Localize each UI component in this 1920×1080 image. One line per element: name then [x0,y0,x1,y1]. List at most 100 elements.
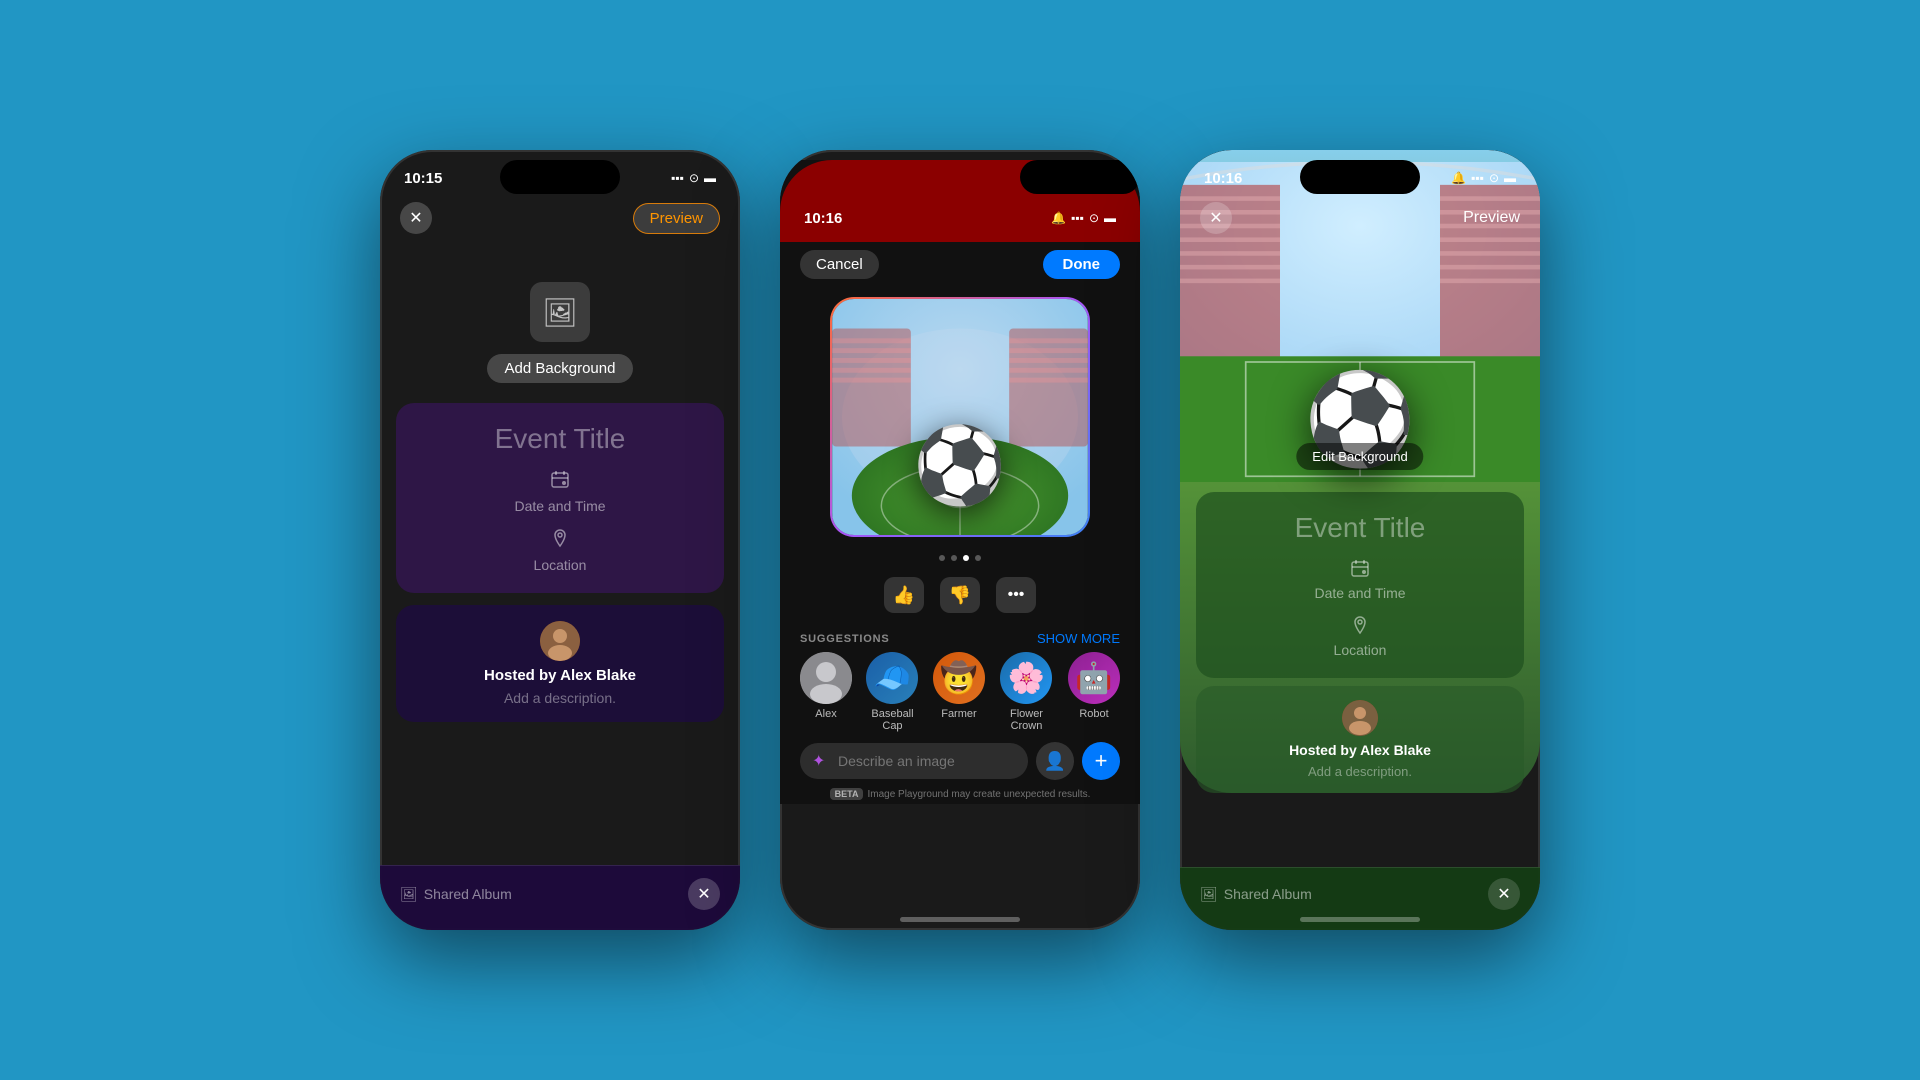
bottom-close-3[interactable]: ✕ [1488,878,1520,910]
location-label-3: Location [1334,642,1387,658]
done-button-2[interactable]: Done [1043,250,1121,279]
host-name-1: Hosted by Alex Blake [484,667,636,684]
datetime-label-1: Date and Time [514,498,605,514]
event-title-3[interactable]: Event Title [1295,512,1426,544]
add-button[interactable]: + [1082,742,1120,780]
host-card-1: Hosted by Alex Blake Add a description. [396,605,724,722]
stadium-area-3: ⚽ Edit Background [1180,242,1540,462]
event-title-1[interactable]: Event Title [495,423,626,455]
baseball-label: Baseball Cap [864,708,921,732]
status-time-2: 10:16 [804,210,842,227]
photo-icon-symbol: 🖼 [542,296,578,329]
dot-3 [963,555,969,561]
close-button-3[interactable]: ✕ [1200,202,1232,234]
datetime-icon-1 [550,469,570,494]
home-indicator-2 [900,917,1020,922]
add-background-area: 🖼 Add Background [380,242,740,403]
location-icon-3 [1350,615,1370,638]
suggestions-label: SUGGESTIONS [800,633,889,645]
host-avatar-1 [540,621,580,661]
thumbs-up-button[interactable]: 👍 [884,577,924,613]
generated-image[interactable]: ⚽ [830,297,1090,537]
ai-icon: ✦ [812,751,825,771]
suggestion-farmer[interactable]: 🤠 Farmer [933,652,985,732]
datetime-icon-3 [1350,558,1370,581]
shared-album-label-3[interactable]: 🖼 Shared Album [1200,886,1312,903]
suggestions-header: SUGGESTIONS SHOW MORE [800,631,1120,646]
host-desc-1[interactable]: Add a description. [504,690,616,706]
status-icons-3: 🔔 ▪▪▪ ⊙ ▬ [1451,171,1516,185]
status-bar-2: 10:16 🔔 ▪▪▪ ⊙ ▬ [780,194,1140,238]
datetime-row-3[interactable]: Date and Time [1314,558,1405,601]
suggestion-robot[interactable]: 🤖 Robot [1068,652,1120,732]
datetime-row-1[interactable]: Date and Time [514,469,605,514]
dots-indicator [939,555,981,561]
host-desc-3[interactable]: Add a description. [1308,764,1412,779]
location-row-1[interactable]: Location [534,528,587,573]
bell-icon-2: 🔔 [1051,211,1066,225]
signal-icon-2: ▪▪▪ [1071,211,1084,225]
phone-2: 10:16 🔔 ▪▪▪ ⊙ ▬ Cancel Done [780,150,1140,930]
wifi-icon-2: ⊙ [1089,211,1099,225]
dot-4 [975,555,981,561]
album-icon-1: 🖼 [400,886,418,903]
bell-icon-3: 🔔 [1451,171,1466,185]
dynamic-island-1 [500,160,620,194]
robot-label: Robot [1079,708,1108,720]
phone-1: 10:15 ▪▪▪ ⊙ ▬ ✕ Preview 🖼 Add Background… [380,150,740,930]
signal-icon-3: ▪▪▪ [1471,171,1484,185]
battery-icon-2: ▬ [1104,211,1116,225]
signal-icon-1: ▪▪▪ [671,171,684,185]
edit-background-button[interactable]: Edit Background [1296,443,1423,470]
location-icon-1 [550,528,570,553]
photo-icon: 🖼 [530,282,590,342]
show-more-button[interactable]: SHOW MORE [1037,631,1120,646]
avatar-baseball-cap: 🧢 [866,652,918,704]
thumbs-down-button[interactable]: 👎 [940,577,980,613]
host-name-3: Hosted by Alex Blake [1289,742,1431,758]
describe-input-wrapper: ✦ [800,743,1028,779]
status-icons-2: 🔔 ▪▪▪ ⊙ ▬ [1051,211,1116,225]
nav-bar-1: ✕ Preview [380,194,740,242]
bottom-close-1[interactable]: ✕ [688,878,720,910]
dynamic-island-3 [1300,160,1420,194]
flower-crown-label: Flower Crown [997,708,1056,732]
suggestion-alex[interactable]: Alex [800,652,852,732]
farmer-label: Farmer [941,708,976,720]
bottom-bar-1: 🖼 Shared Album ✕ [380,865,740,930]
soccer-ball-2: ⚽ [913,422,1006,510]
host-avatar-3 [1342,700,1378,736]
more-options-button[interactable]: ••• [996,577,1036,613]
suggestions-row: Alex 🧢 Baseball Cap 🤠 Farmer 🌸 [800,652,1120,732]
preview-button-3[interactable]: Preview [1463,209,1520,227]
person-button[interactable]: 👤 [1036,742,1074,780]
add-background-label[interactable]: Add Background [487,354,634,383]
cancel-button-2[interactable]: Cancel [800,250,879,279]
avatar-alex [800,652,852,704]
image-area-2: ⚽ 👍 👎 ••• SUGGESTIONS SHOW MORE [780,287,1140,804]
location-row-3[interactable]: Location [1334,615,1387,658]
dot-2 [951,555,957,561]
wifi-icon-3: ⊙ [1489,171,1499,185]
beta-notice: BETA Image Playground may create unexpec… [830,788,1091,800]
close-button-1[interactable]: ✕ [400,202,432,234]
status-time-1: 10:15 [404,170,442,187]
suggestion-flower-crown[interactable]: 🌸 Flower Crown [997,652,1056,732]
shared-album-label-1[interactable]: 🖼 Shared Album [400,886,512,903]
describe-input[interactable] [800,743,1028,779]
event-card-1: Event Title Date and Time [396,403,724,593]
nav-bar-3: ✕ Preview [1180,194,1540,242]
avatar-robot: 🤖 [1068,652,1120,704]
feedback-bar: 👍 👎 ••• [884,577,1036,613]
home-indicator-3 [1300,917,1420,922]
suggestion-baseball-cap[interactable]: 🧢 Baseball Cap [864,652,921,732]
event-card-3: Event Title Date and Time [1196,492,1524,678]
nav-bar-2: Cancel Done [780,242,1140,287]
describe-bar: ✦ 👤 + [800,742,1120,780]
location-label-1: Location [534,557,587,573]
alex-label: Alex [815,708,836,720]
beta-badge: BETA [830,788,864,800]
preview-button-1[interactable]: Preview [633,203,720,234]
wifi-icon-1: ⊙ [689,171,699,185]
status-icons-1: ▪▪▪ ⊙ ▬ [671,171,716,185]
